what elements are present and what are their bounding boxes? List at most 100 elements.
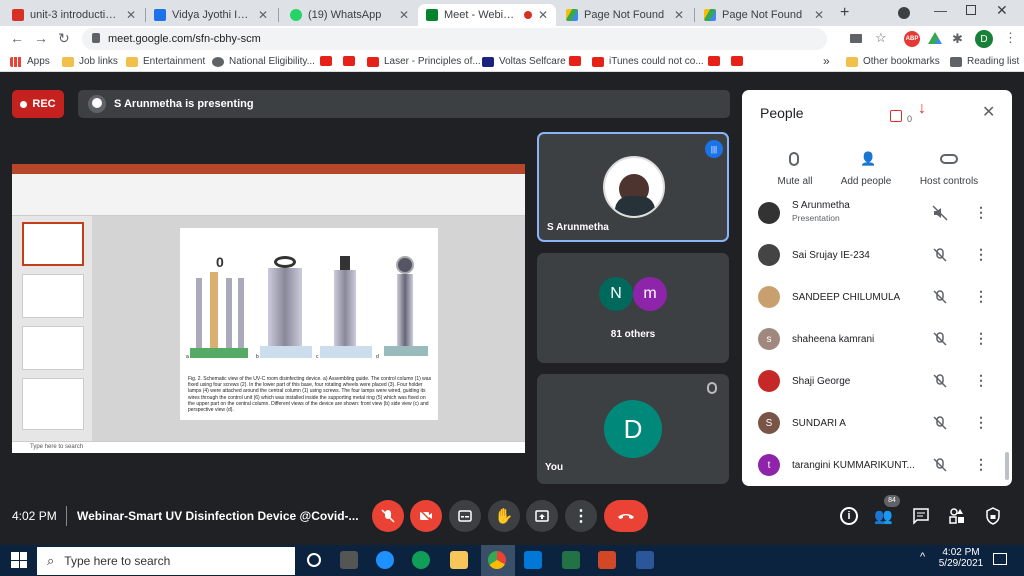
more-options-button[interactable]: ⋮ — [565, 500, 597, 532]
powerpoint-icon[interactable] — [598, 551, 616, 569]
more-options-icon[interactable]: ⋮ — [974, 330, 988, 347]
windows-start-icon[interactable] — [11, 552, 27, 568]
tab-vidya[interactable]: Vidya Jyothi Institute o✕ — [146, 4, 276, 26]
tab-meet[interactable]: Meet - Webinar-S✕ — [418, 4, 556, 26]
mic-off-icon[interactable] — [932, 289, 948, 305]
participant-tile-you[interactable]: D You — [537, 374, 729, 484]
back-icon[interactable]: ← — [10, 30, 24, 46]
store-icon[interactable] — [524, 551, 542, 569]
host-controls-shield-button[interactable] — [985, 507, 1001, 525]
bookmark-national-eligibility[interactable]: National Eligibility... — [212, 56, 315, 67]
edge-icon[interactable] — [412, 551, 430, 569]
close-icon[interactable]: ✕ — [258, 8, 268, 22]
close-window-button[interactable]: ✕ — [996, 2, 1008, 19]
participant-row[interactable]: S SUNDARI A ⋮ — [742, 402, 1012, 444]
adblock-icon[interactable]: ABP — [904, 31, 920, 47]
cortana-icon[interactable] — [307, 553, 321, 567]
bookmark-voltas[interactable]: Voltas Selfcare — [482, 56, 566, 67]
address-bar[interactable]: meet.google.com/sfn-cbhy-scm ☆ — [82, 28, 887, 50]
participant-tile-presenter[interactable]: ||| S Arunmetha — [537, 132, 729, 242]
reload-icon[interactable]: ↻ — [58, 30, 70, 47]
more-options-icon[interactable]: ⋮ — [974, 246, 988, 263]
file-explorer-icon[interactable] — [450, 551, 468, 569]
participant-row[interactable]: Sai Srujay IE-234 ⋮ — [742, 234, 1012, 276]
youtube-bookmark-5[interactable] — [731, 56, 748, 66]
mic-off-icon[interactable] — [932, 247, 948, 263]
raise-hand-button[interactable]: ✋ — [488, 500, 520, 532]
tab-search-icon[interactable] — [898, 7, 910, 19]
taskbar-clock[interactable]: 4:02 PM 5/29/2021 — [938, 547, 984, 569]
more-options-icon[interactable]: ⋮ — [974, 372, 988, 389]
bookmark-apps[interactable]: Apps — [10, 56, 50, 67]
bookmark-other[interactable]: Other bookmarks — [846, 56, 940, 67]
youtube-bookmark-1[interactable] — [320, 56, 337, 66]
participant-row[interactable]: S Arunmetha Presentation ⋮ — [742, 192, 1012, 234]
add-people-button[interactable]: 👤 Add people — [836, 148, 896, 188]
star-icon[interactable]: ☆ — [875, 30, 887, 46]
mic-off-icon[interactable] — [932, 373, 948, 389]
checklist-icon[interactable] — [890, 110, 902, 122]
close-icon[interactable]: ✕ — [538, 8, 548, 22]
youtube-bookmark-2[interactable] — [343, 56, 360, 66]
profile-avatar[interactable]: D — [975, 30, 993, 48]
participant-row[interactable]: SANDEEP CHILUMULA ⋮ — [742, 276, 1012, 318]
task-view-icon[interactable] — [340, 551, 358, 569]
tab-page-not-found-2[interactable]: Page Not Found ✕ — [696, 4, 832, 26]
bookmark-entertainment[interactable]: Entertainment — [126, 56, 205, 67]
bookmark-job-links[interactable]: Job links — [62, 56, 118, 67]
chat-button[interactable] — [912, 507, 930, 525]
participant-tile-others[interactable]: N m 81 others — [537, 253, 729, 363]
bookmark-reading-list[interactable]: Reading list — [950, 56, 1019, 67]
participant-row[interactable]: t tarangini KUMMARIKUNT... ⋮ — [742, 444, 1012, 486]
mic-off-icon[interactable] — [932, 415, 948, 431]
slide-thumbnail[interactable] — [22, 378, 84, 430]
menu-kebab-icon[interactable]: ⋮ — [1004, 30, 1017, 46]
participant-row[interactable]: Shaji George ⋮ — [742, 360, 1012, 402]
mic-off-icon[interactable] — [932, 457, 948, 473]
close-icon[interactable]: ✕ — [399, 8, 409, 22]
people-button[interactable]: 👥 — [874, 507, 896, 527]
taskbar-search[interactable]: ⌕ Type here to search — [37, 547, 295, 575]
close-panel-button[interactable]: ✕ — [982, 102, 995, 122]
minimize-button[interactable]: — — [934, 3, 947, 18]
camera-off-button[interactable] — [410, 500, 442, 532]
slide-thumbnail[interactable] — [22, 326, 84, 370]
excel-icon[interactable] — [562, 551, 580, 569]
maximize-button[interactable] — [966, 5, 976, 15]
host-controls-button[interactable]: Host controls — [916, 148, 982, 188]
more-options-icon[interactable]: ⋮ — [974, 456, 988, 473]
new-tab-button[interactable]: + — [840, 4, 849, 22]
slide-thumbnail[interactable] — [22, 274, 84, 318]
tab-page-not-found-1[interactable]: Page Not Found ✕ — [558, 4, 692, 26]
bookmark-laser[interactable]: Laser - Principles of... — [367, 56, 481, 67]
activities-button[interactable] — [948, 507, 966, 525]
meeting-details-button[interactable]: i — [840, 507, 858, 525]
extensions-icon[interactable]: ✱ — [952, 31, 963, 47]
tab-unit3[interactable]: unit-3 introduction - k✕ — [4, 4, 144, 26]
leave-call-button[interactable] — [604, 500, 648, 532]
mute-all-button[interactable]: Mute all — [775, 148, 815, 188]
bookmark-itunes[interactable]: iTunes could not co... — [592, 56, 704, 67]
tray-chevron-icon[interactable]: ^ — [920, 551, 925, 563]
participant-row[interactable]: s shaheena kamrani ⋮ — [742, 318, 1012, 360]
youtube-bookmark-3[interactable] — [569, 56, 586, 66]
more-options-icon[interactable]: ⋮ — [974, 288, 988, 305]
forward-icon[interactable]: → — [34, 30, 48, 46]
chrome-icon[interactable] — [488, 551, 506, 569]
more-options-icon[interactable]: ⋮ — [974, 414, 988, 431]
close-icon[interactable]: ✕ — [126, 8, 136, 22]
more-options-icon[interactable]: ⋮ — [974, 204, 988, 221]
mic-off-icon[interactable] — [932, 331, 948, 347]
volume-off-icon[interactable] — [932, 205, 948, 221]
bookmarks-overflow-button[interactable]: » — [823, 54, 830, 68]
ie-icon[interactable] — [376, 551, 394, 569]
present-now-button[interactable] — [526, 500, 558, 532]
tab-whatsapp[interactable]: (19) WhatsApp ✕ — [282, 4, 417, 26]
captions-button[interactable] — [449, 500, 481, 532]
scrollbar[interactable] — [1005, 452, 1009, 480]
camera-icon[interactable] — [850, 34, 862, 43]
close-icon[interactable]: ✕ — [814, 8, 824, 22]
word-icon[interactable] — [636, 551, 654, 569]
close-icon[interactable]: ✕ — [674, 8, 684, 22]
slide-thumbnail[interactable] — [22, 222, 84, 266]
